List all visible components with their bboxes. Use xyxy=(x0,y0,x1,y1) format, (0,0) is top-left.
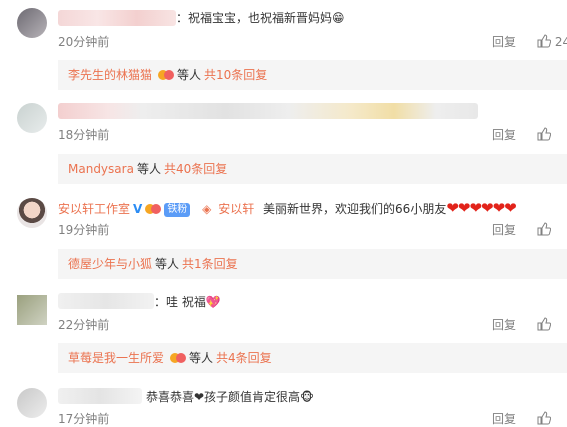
reply-button[interactable]: 回复 xyxy=(492,318,516,332)
sub-reply-total-link[interactable]: 共4条回复 xyxy=(216,351,272,365)
sub-reply-deng: 等人 xyxy=(155,257,180,271)
vip-icon xyxy=(167,351,187,365)
sub-reply-deng: 等人 xyxy=(189,351,214,365)
reply-button[interactable]: 回复 xyxy=(492,412,516,426)
blurred-username[interactable] xyxy=(58,293,154,309)
comment-text: ：祝福宝宝，也祝福新晋妈妈😁 xyxy=(176,11,345,25)
like-button[interactable] xyxy=(537,411,552,426)
comment-text: ：哇 祝福💖 xyxy=(154,295,221,309)
sub-reply-deng: 等人 xyxy=(136,162,161,176)
sub-reply-total-link[interactable]: 共1条回复 xyxy=(182,257,238,271)
thumbs-up-icon xyxy=(537,411,552,426)
like-button[interactable]: 24 xyxy=(537,34,567,49)
sub-reply-user[interactable]: 李先生的林猫猫 xyxy=(68,68,152,82)
avatar[interactable] xyxy=(17,198,47,228)
heart-emojis: ❤❤❤❤❤❤ xyxy=(446,199,516,217)
sub-reply-total-link[interactable]: 共10条回复 xyxy=(204,68,267,82)
comment-time: 18分钟前 xyxy=(58,128,110,142)
reply-button[interactable]: 回复 xyxy=(492,223,516,237)
sub-reply-user[interactable]: Mandysara xyxy=(68,162,134,176)
sub-replies-bar: 草莓是我一生所爱 等人 共4条回复 xyxy=(58,343,567,373)
like-button[interactable] xyxy=(537,222,552,237)
vip-icon xyxy=(142,202,162,216)
like-count: 24 xyxy=(554,35,567,49)
fan-badge: 铁粉 xyxy=(164,203,191,217)
comment-time: 22分钟前 xyxy=(58,318,110,332)
avatar[interactable] xyxy=(17,103,47,133)
vip-icon xyxy=(155,68,175,82)
comment-time: 19分钟前 xyxy=(58,223,110,237)
sub-replies-bar: Mandysara 等人 共40条回复 xyxy=(58,154,567,184)
thumbs-up-icon xyxy=(537,222,552,237)
thumbs-up-icon xyxy=(537,127,552,142)
thumbs-up-icon xyxy=(537,317,552,332)
quote-icon: ◈ xyxy=(202,202,212,216)
blurred-username[interactable] xyxy=(58,10,176,26)
sub-replies-bar: 李先生的林猫猫 等人 共10条回复 xyxy=(58,60,567,90)
comment-time: 17分钟前 xyxy=(58,412,110,426)
sub-reply-total-link[interactable]: 共40条回复 xyxy=(164,162,227,176)
sub-reply-user[interactable]: 草莓是我一生所爱 xyxy=(68,351,164,365)
thumbs-up-icon xyxy=(537,34,552,49)
blurred-comment-content xyxy=(58,103,478,119)
avatar[interactable] xyxy=(17,8,47,38)
verified-v-icon: V xyxy=(133,202,143,216)
comment-text: 恭喜恭喜❤孩子颜值肯定很高🐵 xyxy=(146,390,314,404)
sub-reply-user[interactable]: 德屋少年与小狐 xyxy=(68,257,152,271)
comment-text: 美丽新世界，欢迎我们的66小朋友 xyxy=(263,202,447,216)
like-button[interactable] xyxy=(537,317,552,332)
avatar[interactable] xyxy=(17,388,47,418)
quoted-user[interactable]: 安以轩 xyxy=(218,202,254,216)
avatar[interactable] xyxy=(17,295,47,325)
reply-button[interactable]: 回复 xyxy=(492,35,516,49)
blurred-username[interactable] xyxy=(58,388,142,404)
comment-line: 安以轩工作室 V 铁粉 ◈ 安以轩 美丽新世界，欢迎我们的66小朋友❤❤❤❤❤❤ xyxy=(58,199,517,217)
like-button[interactable] xyxy=(537,127,552,142)
sub-replies-bar: 德屋少年与小狐 等人 共1条回复 xyxy=(58,249,567,279)
comment-time: 20分钟前 xyxy=(58,35,110,49)
sub-reply-deng: 等人 xyxy=(177,68,202,82)
reply-button[interactable]: 回复 xyxy=(492,128,516,142)
comment-author[interactable]: 安以轩工作室 xyxy=(58,202,130,216)
